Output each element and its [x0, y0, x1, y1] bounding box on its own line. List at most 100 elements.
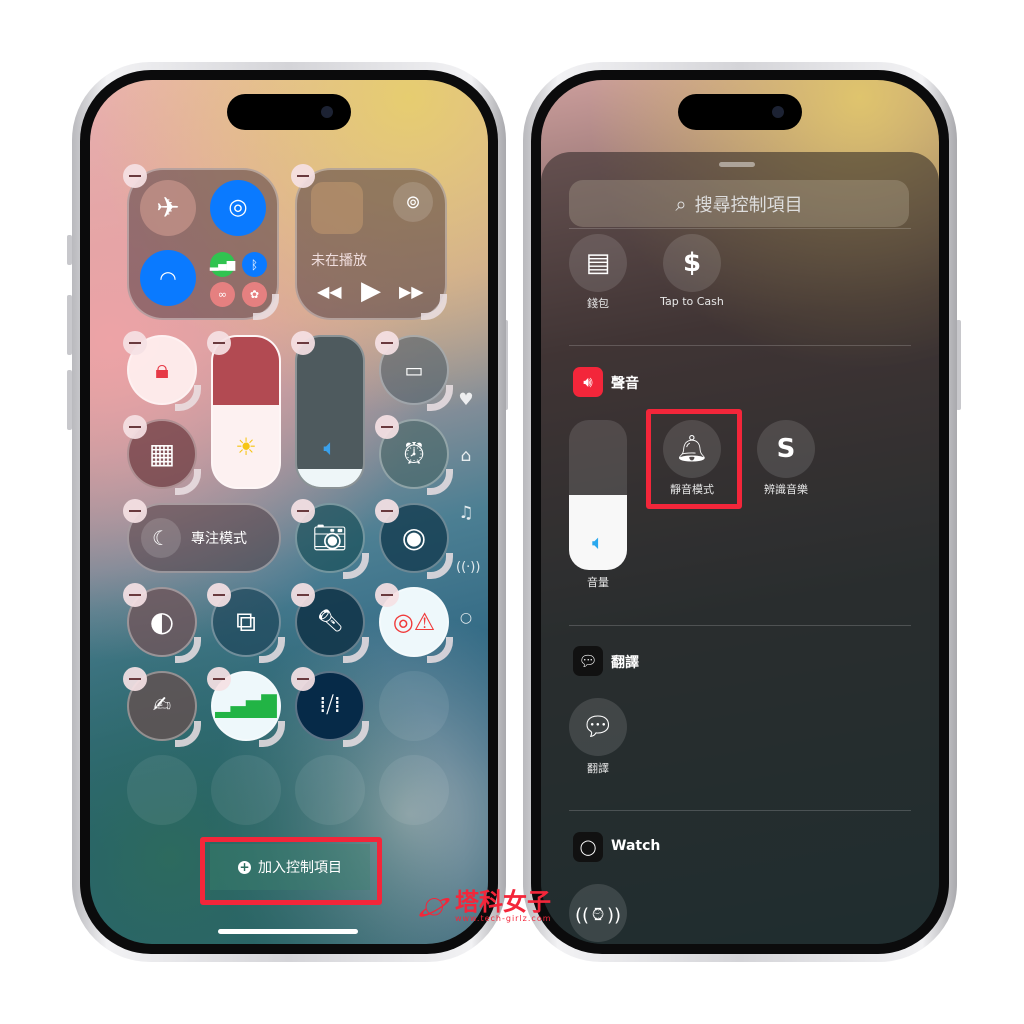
bluetooth-icon: ᛒ	[250, 257, 259, 272]
wallet-control[interactable]: ▤	[569, 234, 627, 292]
remove-button[interactable]	[123, 667, 147, 691]
empty-slot[interactable]	[379, 671, 449, 741]
volume-label: 音量	[587, 576, 609, 589]
remove-button[interactable]	[375, 499, 399, 523]
remove-button[interactable]	[123, 164, 147, 188]
dynamic-island	[678, 94, 802, 130]
empty-slot[interactable]	[211, 755, 281, 825]
music-icon[interactable]: ♫	[456, 503, 476, 523]
empty-slot[interactable]	[295, 755, 365, 825]
signature-icon: ✍	[152, 693, 172, 718]
bluetooth-button[interactable]: ᛒ	[242, 252, 267, 277]
volume-control[interactable]: 🔈︎	[569, 420, 627, 570]
resize-handle[interactable]	[427, 469, 453, 495]
watermark-url: www.tech-girlz.com	[455, 914, 552, 923]
dynamic-island	[227, 94, 351, 130]
circle-icon[interactable]: ○	[456, 610, 476, 626]
right-phone: ⌕ 搜尋控制項目 ▤ 錢包 $ Tap to Cash 🔊︎ 聲音 🔈︎ 音量 …	[523, 62, 957, 962]
airdrop-button[interactable]: ◎	[210, 180, 266, 236]
resize-handle[interactable]	[343, 637, 369, 663]
remove-button[interactable]	[207, 667, 231, 691]
screen-mirroring-icon: ⧉	[236, 605, 256, 638]
translate-app-icon: 💬︎	[573, 646, 603, 676]
translate-control[interactable]: 💬︎	[569, 698, 627, 756]
search-placeholder: 搜尋控制項目	[694, 194, 803, 216]
resize-handle[interactable]	[421, 294, 447, 320]
heart-icon[interactable]: ♥	[456, 390, 476, 410]
translate-icon: 💬︎	[581, 712, 615, 742]
divider	[569, 625, 911, 626]
search-field[interactable]: ⌕ 搜尋控制項目	[569, 180, 909, 227]
resize-handle[interactable]	[175, 385, 201, 411]
airplay-icon[interactable]: ⊚	[393, 182, 433, 222]
resize-handle[interactable]	[175, 469, 201, 495]
home-icon[interactable]: ⌂	[456, 446, 476, 466]
watch-app-icon: ◯	[573, 832, 603, 862]
remove-button[interactable]	[375, 331, 399, 355]
divider	[569, 345, 911, 346]
watermark: 🪐︎ 塔科女子 www.tech-girlz.com	[418, 890, 578, 923]
sheet-grabber[interactable]	[719, 162, 755, 167]
remove-button[interactable]	[207, 583, 231, 607]
resize-handle[interactable]	[343, 553, 369, 579]
album-art	[311, 182, 363, 234]
play-button[interactable]: ▶	[361, 276, 381, 306]
signal-bars-icon: ▂▄▆█	[215, 694, 277, 718]
now-playing-status: 未在播放	[311, 253, 367, 269]
dollar-icon: $	[682, 248, 702, 278]
resize-handle[interactable]	[253, 294, 279, 320]
resize-handle[interactable]	[175, 637, 201, 663]
remove-button[interactable]	[291, 499, 315, 523]
empty-slot[interactable]	[379, 755, 449, 825]
wifi-button[interactable]: ◠	[140, 250, 196, 306]
brightness-slider[interactable]: ☀	[211, 335, 281, 489]
wallet-icon: ▤	[585, 248, 611, 278]
antenna-icon[interactable]: ((·))	[456, 560, 480, 575]
shazam-control[interactable]: S	[757, 420, 815, 478]
remove-button[interactable]	[123, 331, 147, 355]
remove-button[interactable]	[123, 415, 147, 439]
wallet-label: 錢包	[587, 297, 609, 310]
resize-handle[interactable]	[343, 721, 369, 747]
empty-slot[interactable]	[127, 755, 197, 825]
sun-icon: ☀	[235, 433, 257, 461]
moon-icon: ☾	[141, 518, 181, 558]
resize-handle[interactable]	[427, 637, 453, 663]
remove-button[interactable]	[291, 667, 315, 691]
resize-handle[interactable]	[427, 553, 453, 579]
speaker-icon: 🔈︎	[592, 530, 604, 554]
resize-handle[interactable]	[259, 637, 285, 663]
focus-label: 專注模式	[191, 531, 247, 547]
resize-handle[interactable]	[427, 385, 453, 411]
rotation-lock-icon: 🔒︎	[155, 354, 169, 385]
speaker-icon: 🔊︎	[573, 367, 603, 397]
divider	[569, 810, 911, 811]
remove-button[interactable]	[291, 164, 315, 188]
remove-button[interactable]	[123, 499, 147, 523]
hotspot-button[interactable]: ∞	[210, 282, 235, 307]
focus-mode-button[interactable]: ☾ 專注模式	[127, 503, 281, 573]
airplane-icon: ✈	[156, 191, 180, 224]
left-phone: ✈ ◎ ◠ ▂▄▆ ᛒ ∞ ✿ ⊚ 未在播放 ◀◀ ▶ ▶▶ 🔒︎ ☀ 🔈︎ ▭…	[72, 62, 506, 962]
shazam-label: 辨識音樂	[764, 483, 808, 496]
remove-button[interactable]	[375, 583, 399, 607]
resize-handle[interactable]	[259, 721, 285, 747]
remove-button[interactable]	[291, 331, 315, 355]
speaker-icon: 🔈︎	[323, 436, 337, 461]
rewind-button[interactable]: ◀◀	[317, 282, 342, 301]
volume-slider[interactable]: 🔈︎	[295, 335, 365, 489]
remove-button[interactable]	[291, 583, 315, 607]
cellular-button[interactable]: ▂▄▆	[210, 252, 235, 277]
home-indicator[interactable]	[218, 929, 358, 934]
remove-button[interactable]	[123, 583, 147, 607]
remove-button[interactable]	[375, 415, 399, 439]
divider	[569, 228, 911, 229]
airplane-mode-button[interactable]: ✈	[140, 180, 196, 236]
highlight-box	[200, 837, 382, 905]
control-gallery-screen: ⌕ 搜尋控制項目 ▤ 錢包 $ Tap to Cash 🔊︎ 聲音 🔈︎ 音量 …	[541, 80, 939, 944]
remove-button[interactable]	[207, 331, 231, 355]
highlight-box	[646, 409, 742, 509]
resize-handle[interactable]	[175, 721, 201, 747]
fast-forward-button[interactable]: ▶▶	[399, 282, 424, 301]
tap-to-cash-control[interactable]: $	[663, 234, 721, 292]
